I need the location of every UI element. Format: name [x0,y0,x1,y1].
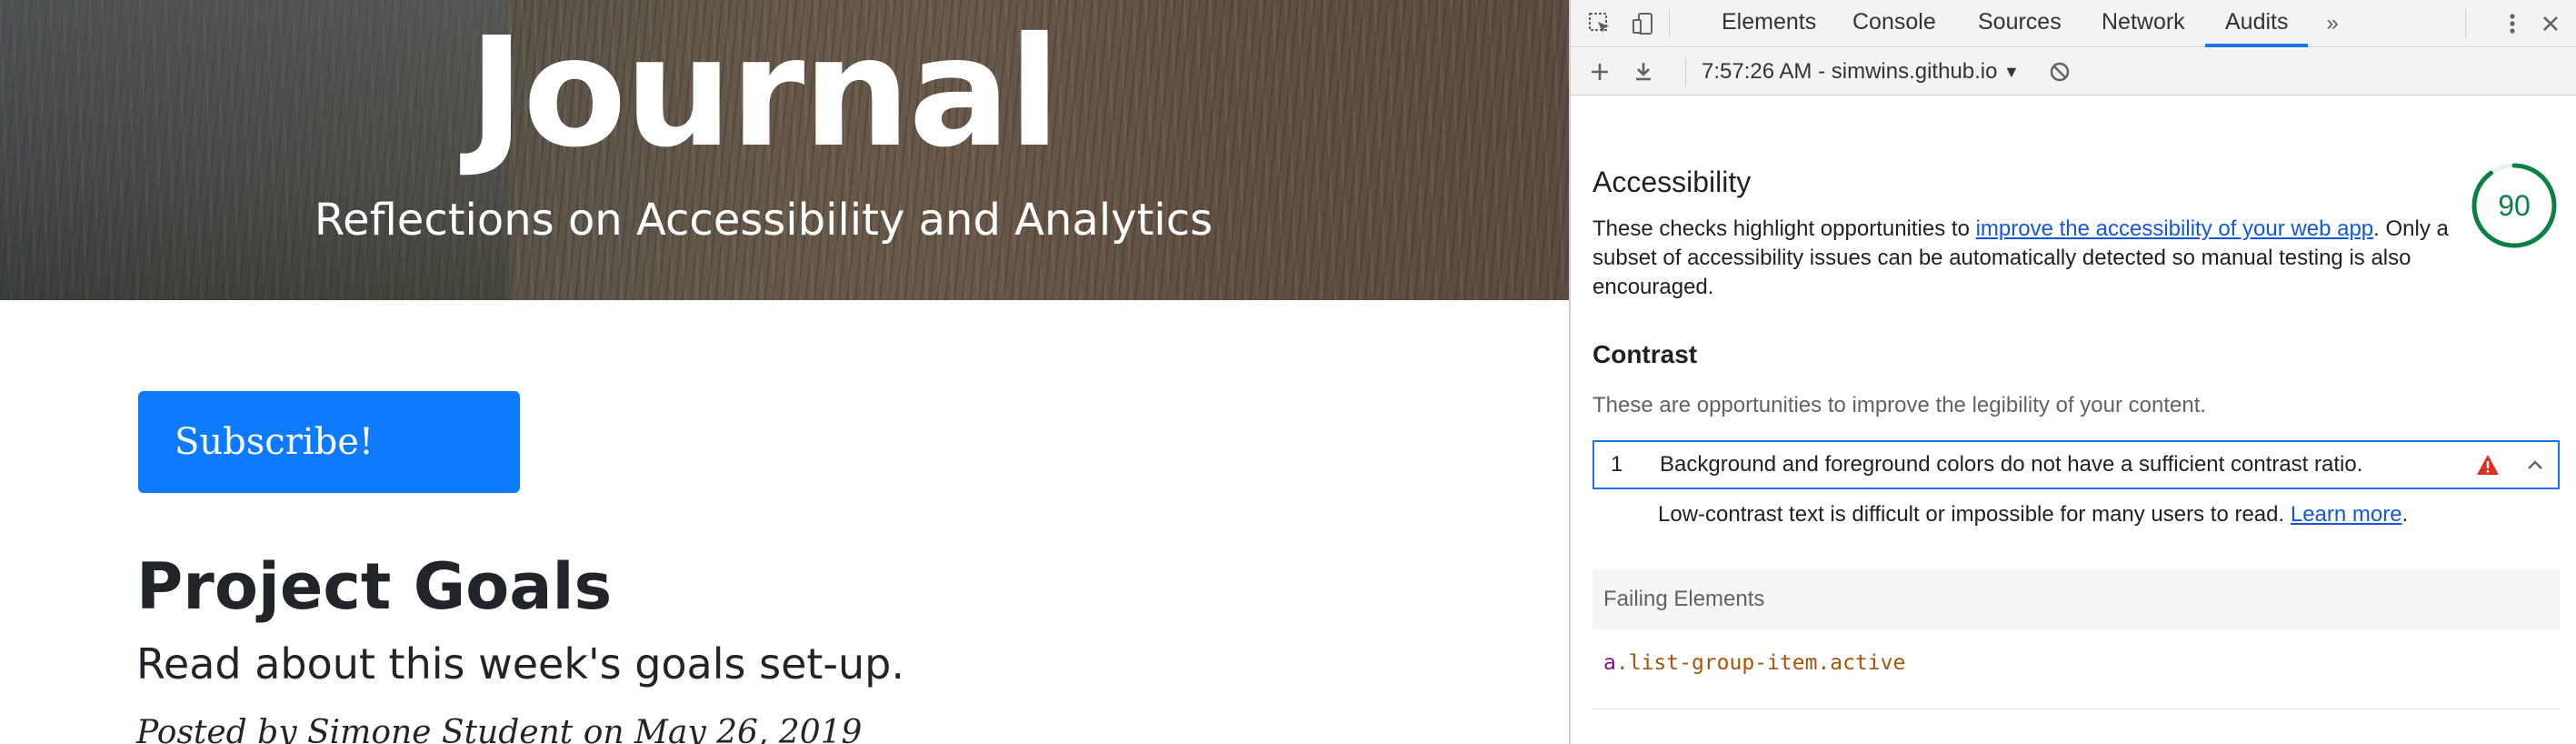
warning-icon [2477,455,2499,475]
inspect-element-icon[interactable] [1583,7,1616,40]
plus-icon[interactable] [1583,55,1616,88]
site-subtitle: Reflections on Accessibility and Analyti… [314,195,1213,246]
audit-index: 1 [1611,452,1623,477]
audit-row-contrast[interactable]: 1 Background and foreground colors do no… [1593,440,2560,489]
tabbar-divider-right [2465,9,2466,38]
double-chevron-icon[interactable]: » [2316,7,2349,40]
audit-detail-text: Low-contrast text is difficult or imposs… [1658,502,2291,527]
learn-more-link[interactable]: Learn more [2291,502,2402,527]
group-description: These are opportunities to improve the l… [1593,393,2207,417]
audit-detail-end: . [2401,502,2409,527]
devtools-panel: Elements Console Sources Network Audits … [1569,0,2576,744]
score-value: 90 [2498,189,2531,222]
post-author-link[interactable]: Simone Student [307,714,573,744]
chevron-up-icon[interactable] [2521,451,2549,478]
hero-banner: Journal Reflections on Accessibility and… [0,0,1569,300]
post-meta: Posted by Simone Student on May 26, 2019 [136,711,862,744]
device-toolbar-icon[interactable] [1627,7,1660,40]
improve-accessibility-link[interactable]: improve the accessibility of your web ap… [1976,216,2374,241]
selector-class: .list-group-item.active [1615,651,1906,675]
audit-title: Background and foreground colors do not … [1660,452,2363,477]
tab-elements[interactable]: Elements [1718,0,1820,47]
desc-text-before: These checks highlight opportunities to [1593,216,1976,241]
audits-toolbar: 7:57:26 AM - simwins.github.io ▼ [1571,48,2576,96]
audit-report: Accessibility 90 These checks highlight … [1571,96,2576,744]
post-date: on May 26, 2019 [573,714,863,744]
failing-elements-header: Failing Elements [1593,569,2560,629]
tab-sources[interactable]: Sources [1974,0,2065,47]
web-page: Journal Reflections on Accessibility and… [0,0,1569,744]
post-subtitle: Read about this week's goals set-up. [136,639,904,689]
clear-block-icon[interactable] [2043,55,2076,88]
failing-element-selector[interactable]: a.list-group-item.active [1603,640,1905,686]
site-title: Journal [468,5,1061,181]
tab-console[interactable]: Console [1849,0,1940,47]
post-meta-prefix: Posted by [136,714,307,744]
category-title: Accessibility [1593,166,1752,198]
subscribe-button[interactable]: Subscribe! [138,391,520,493]
dropdown-caret-icon[interactable]: ▼ [2003,48,2020,96]
failing-elements-label: Failing Elements [1603,587,1765,611]
report-select[interactable]: 7:57:26 AM - simwins.github.io [1702,48,2029,96]
selector-tag: a [1603,651,1616,675]
devtools-tabbar: Elements Console Sources Network Audits … [1571,0,2576,47]
post-title[interactable]: Project Goals [136,546,612,628]
audit-detail: Low-contrast text is difficult or imposs… [1658,502,2408,528]
category-description: These checks highlight opportunities to … [1593,215,2456,302]
close-icon[interactable] [2534,7,2567,40]
tabbar-divider [1669,9,1670,38]
download-icon[interactable] [1627,55,1660,88]
group-title: Contrast [1593,340,1698,368]
tab-network[interactable]: Network [2098,0,2189,47]
kebab-menu-icon[interactable] [2496,7,2529,40]
toolbar-divider [1685,57,1686,86]
tab-audits[interactable]: Audits [2205,0,2309,47]
